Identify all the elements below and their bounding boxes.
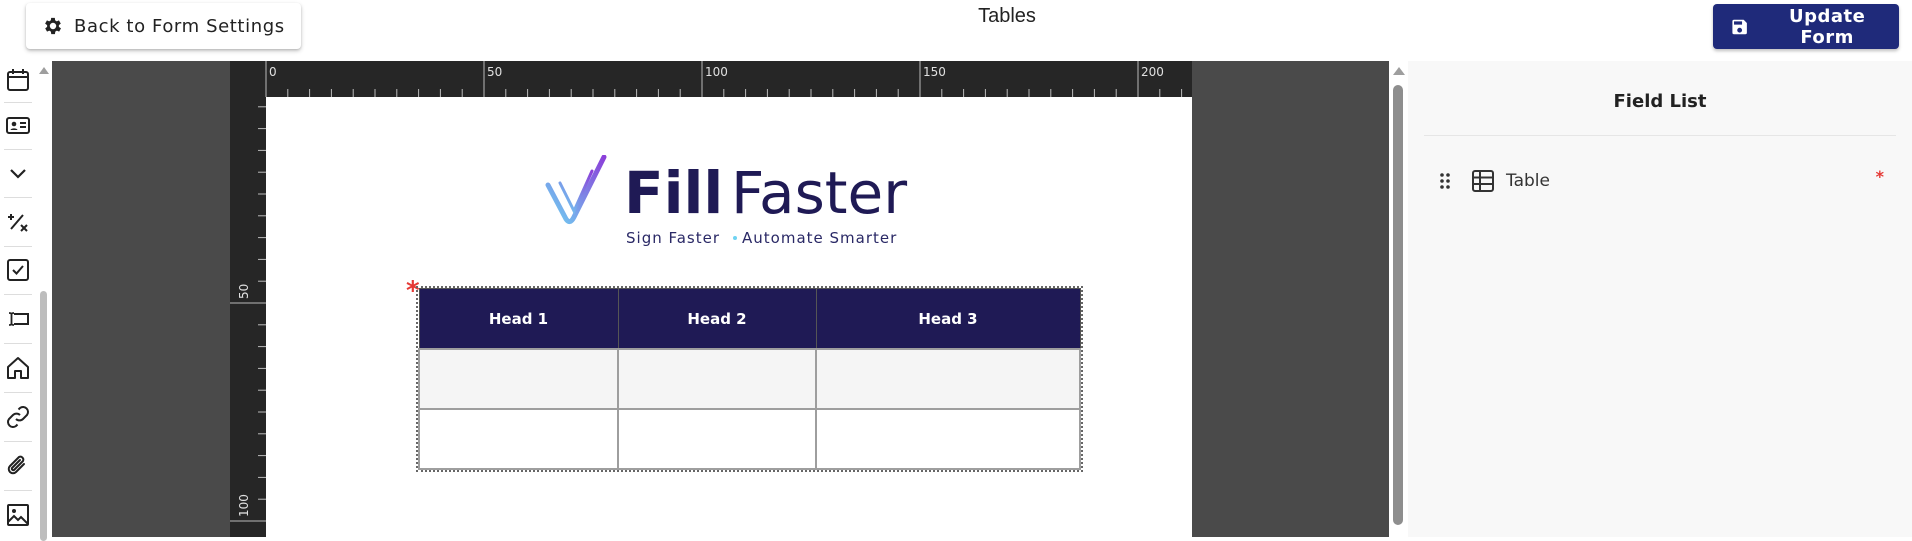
table-header-cell[interactable]: Head 1 (418, 288, 619, 350)
logo-tagline-dot (733, 236, 737, 240)
tool-divider (4, 490, 32, 491)
tool-calculation[interactable] (2, 206, 34, 238)
page-title: Tables (978, 5, 1036, 27)
tool-image[interactable] (2, 499, 34, 531)
table-header-cell[interactable]: Head 3 (815, 288, 1081, 350)
update-button-label: Update Form (1788, 5, 1866, 48)
tool-divider (4, 197, 32, 198)
tool-divider (4, 102, 32, 103)
field-required-marker: * (1875, 167, 1884, 186)
toolbox-scrollbar[interactable] (38, 61, 50, 541)
table-cell[interactable] (418, 348, 619, 410)
ruler-label: 50 (237, 284, 251, 299)
link-icon (7, 406, 29, 428)
ruler-label: 100 (237, 494, 251, 517)
vertical-ruler-scale: 50 100 (230, 106, 266, 522)
table-cell[interactable] (617, 408, 817, 470)
calendar-icon (7, 69, 29, 91)
document-page[interactable]: Fill Faster Sign Faster Automate Smarter… (266, 97, 1192, 537)
tool-divider (4, 149, 32, 150)
horizontal-ruler-scale: 0 50 100 150 200 (265, 61, 1183, 97)
top-bar: Back to Form Settings Tables Update Form (0, 0, 1912, 61)
table-cell[interactable] (617, 348, 817, 410)
tool-contact[interactable] (2, 109, 34, 141)
ruler-label: 50 (487, 65, 502, 79)
table-row (418, 348, 1081, 410)
ruler-label: 150 (923, 65, 946, 79)
table-icon (1472, 170, 1494, 192)
logo-word-light: Faster (731, 159, 907, 227)
scroll-up-arrow-icon (1393, 67, 1405, 75)
tool-divider (4, 246, 32, 247)
id-card-icon (6, 117, 30, 134)
logo-tagline-2: Automate Smarter (742, 229, 897, 247)
ruler-label: 0 (269, 65, 277, 79)
workspace-scroll-thumb[interactable] (1393, 85, 1403, 525)
toolbox-scroll-thumb[interactable] (40, 291, 47, 541)
text-input-icon (8, 312, 29, 326)
scroll-up-arrow-icon (39, 67, 49, 74)
tool-dropdown[interactable] (2, 157, 34, 189)
home-icon (7, 357, 29, 379)
logo-tagline: Sign Faster (626, 229, 720, 247)
ruler-label: 200 (1141, 65, 1164, 79)
image-icon (7, 504, 29, 526)
field-list-item-table[interactable]: Table * (1424, 161, 1896, 201)
table-field[interactable]: Head 1 Head 2 Head 3 (416, 286, 1083, 472)
tool-divider (4, 392, 32, 393)
vertical-ruler: 50 100 (230, 97, 266, 537)
field-toolbox (0, 61, 52, 541)
field-list-title: Field List (1613, 91, 1707, 112)
panel-divider (1424, 135, 1896, 136)
save-icon (1732, 19, 1747, 34)
drag-handle-icon[interactable] (1438, 171, 1452, 191)
tool-address[interactable] (2, 352, 34, 384)
tool-divider (4, 343, 32, 344)
update-form-button[interactable]: Update Form (1713, 4, 1899, 49)
logo-word-bold: Fill (624, 159, 723, 227)
fillfaster-logo: Fill Faster Sign Faster Automate Smarter (545, 155, 907, 247)
field-list-panel: Field List Table * (1408, 61, 1912, 537)
tool-checkbox[interactable] (2, 254, 34, 286)
percent-icon (8, 214, 28, 232)
table-cell[interactable] (815, 348, 1081, 410)
paperclip-icon (7, 455, 25, 475)
design-workspace: 0 50 100 150 200 50 100 Fill Faster Sign Fast… (52, 61, 1389, 537)
tool-link[interactable] (2, 401, 34, 433)
table-header-cell[interactable]: Head 2 (617, 288, 817, 350)
field-list-item-label: Table (1506, 171, 1550, 191)
horizontal-ruler: 0 50 100 150 200 (230, 61, 1192, 97)
table-row (418, 408, 1081, 470)
workspace-scrollbar[interactable] (1390, 61, 1408, 537)
chevron-down-icon (10, 169, 26, 179)
tool-attachment[interactable] (2, 450, 34, 482)
tool-divider (4, 294, 32, 295)
table-cell[interactable] (418, 408, 619, 470)
table-cell[interactable] (815, 408, 1081, 470)
tool-divider (4, 441, 32, 442)
ruler-label: 100 (705, 65, 728, 79)
checkbox-icon (7, 259, 29, 281)
tool-text-input[interactable] (2, 303, 34, 335)
tool-date[interactable] (2, 64, 34, 96)
